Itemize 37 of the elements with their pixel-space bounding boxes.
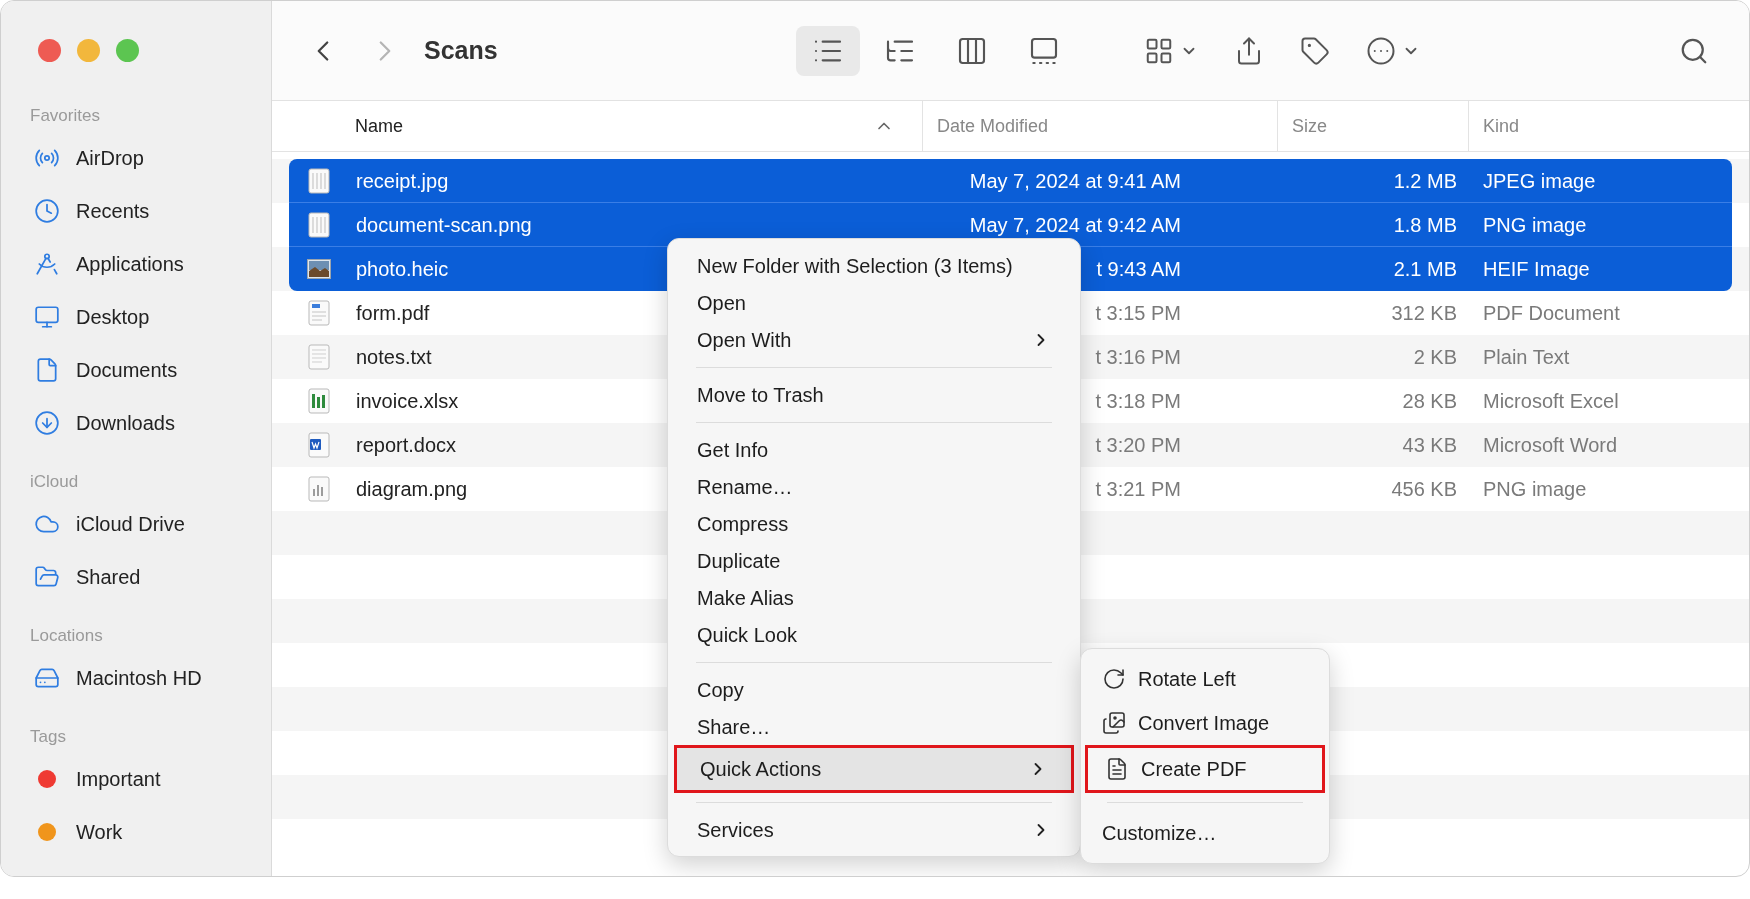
file-size: 2 KB: [1413, 345, 1457, 370]
date-modified: t 3:20 PM: [1095, 433, 1181, 458]
file-size: 456 KB: [1391, 477, 1457, 502]
date-modified: t 3:18 PM: [1095, 389, 1181, 414]
file-name: report.docx: [356, 433, 457, 458]
window-title: Scans: [424, 34, 498, 66]
file-kind: JPEG image: [1483, 169, 1596, 192]
file-size: 2.1 MB: [1393, 257, 1457, 282]
file-kind: PDF Document: [1483, 302, 1620, 324]
date-modified: t 9:43 AM: [1096, 257, 1181, 282]
sidebar-section-title: Locations: [30, 625, 103, 648]
date-modified: May 7, 2024 at 9:41 AM: [969, 168, 1181, 194]
file-name: invoice.xlsx: [356, 389, 459, 414]
file-kind: Microsoft Excel: [1483, 390, 1619, 412]
date-modified: May 7, 2024 at 9:42 AM: [969, 212, 1181, 238]
file-size: 28 KB: [1402, 389, 1457, 414]
file-name: receipt.jpg: [356, 168, 449, 194]
file-kind: Microsoft Word: [1483, 434, 1618, 456]
file-size: 312 KB: [1391, 301, 1457, 326]
file-name: document-scan.png: [356, 212, 532, 238]
file-name: form.pdf: [356, 301, 430, 326]
file-kind: PNG image: [1483, 478, 1587, 500]
date-modified: t 3:15 PM: [1095, 301, 1181, 326]
file-size: 43 KB: [1402, 433, 1457, 458]
sidebar-section-title: Tags: [30, 726, 66, 749]
sidebar-section-title: Favorites: [30, 105, 100, 128]
file-size: 1.8 MB: [1393, 212, 1457, 238]
file-size: 1.2 MB: [1393, 168, 1457, 194]
file-name: diagram.png: [356, 477, 468, 502]
file-kind: HEIF Image: [1483, 258, 1590, 280]
file-kind: PNG image: [1483, 213, 1587, 236]
file-name: photo.heic: [356, 257, 449, 282]
date-modified: t 3:21 PM: [1095, 477, 1181, 502]
sidebar-section-title: iCloud: [30, 471, 79, 494]
file-kind: Plain Text: [1483, 346, 1570, 368]
date-modified: t 3:16 PM: [1095, 345, 1181, 370]
file-name: notes.txt: [356, 345, 432, 370]
